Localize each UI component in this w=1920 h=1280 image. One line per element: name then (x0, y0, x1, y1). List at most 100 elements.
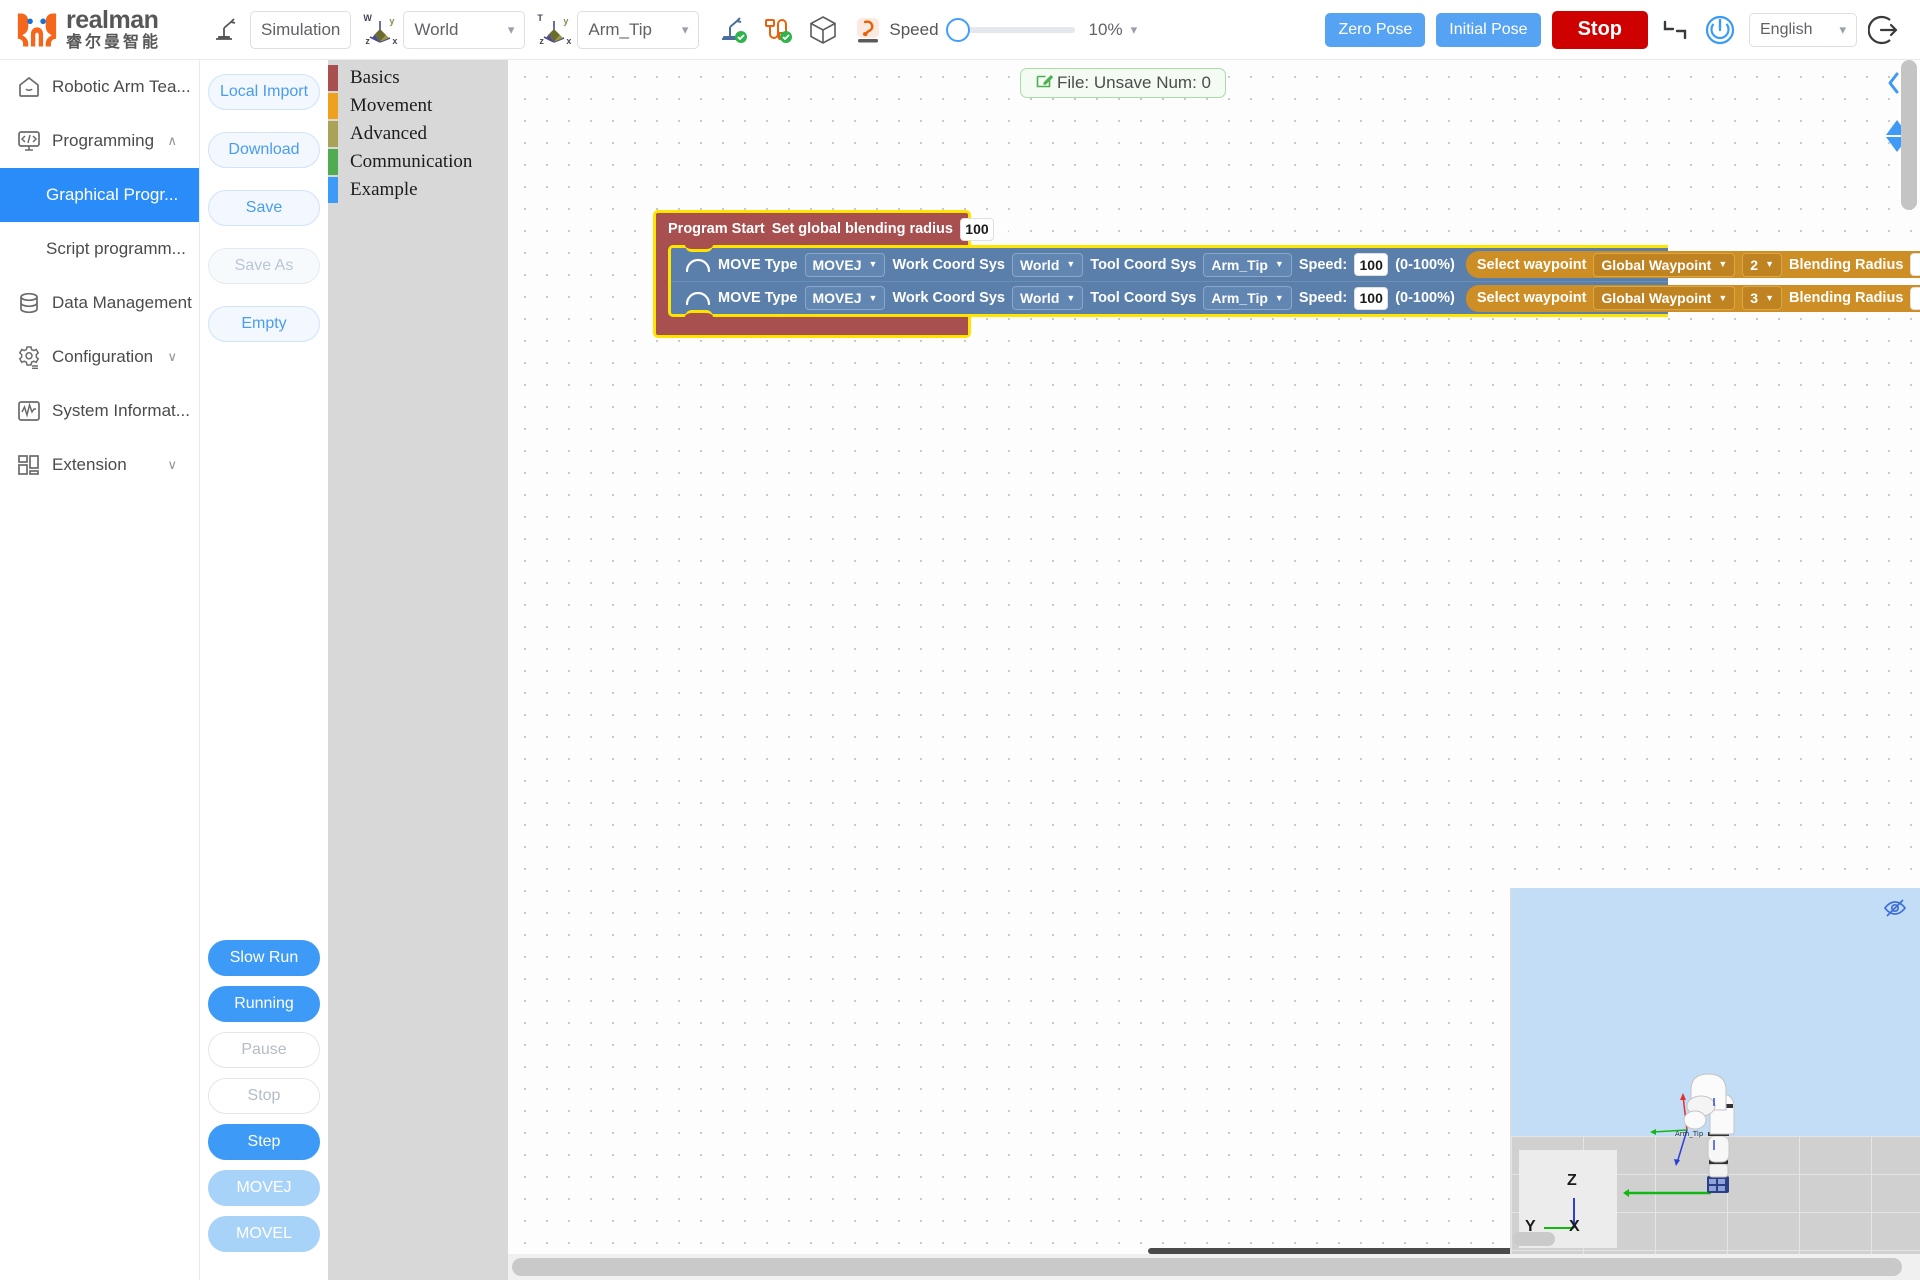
canvas-horizontal-scrollbar[interactable] (508, 1254, 1920, 1280)
category-label: Example (350, 179, 418, 200)
program-start-header: Program Start Set global blending radius… (656, 213, 1014, 245)
step-button[interactable]: Step (208, 1124, 320, 1160)
work-coord-value: World (1019, 290, 1060, 306)
cube-model-icon[interactable] (807, 14, 839, 46)
zero-pose-button[interactable]: Zero Pose (1325, 12, 1426, 47)
viewport-axis-gizmo: Z Y X (1513, 1150, 1617, 1248)
viewport-scroll-handle[interactable] (1513, 1232, 1555, 1246)
cable-connection-ok-icon[interactable] (763, 15, 793, 45)
program-canvas[interactable]: File: Unsave Num: 0 Program Start Set gl… (508, 60, 1920, 1280)
category-item-example[interactable]: Example (328, 176, 508, 204)
sidebar-sub-label: Graphical Progr... (46, 185, 179, 204)
sidebar-item-script-programming[interactable]: Script programm... (0, 222, 199, 276)
sidebar-item-robotic-arm-teaching[interactable]: Robotic Arm Tea... (0, 60, 199, 114)
power-icon[interactable] (1702, 12, 1738, 48)
file-actions-group: Local Import Download Save Save As Empty (200, 60, 328, 342)
speed-slider[interactable] (945, 17, 1075, 42)
category-item-basics[interactable]: Basics (328, 64, 508, 92)
speed-chevron-down-icon[interactable]: ▾ (1131, 22, 1138, 38)
teach-pendant-ok-icon[interactable] (717, 15, 749, 45)
waypoint-source-value: Global Waypoint (1601, 290, 1712, 306)
program-body: MOVE Type MOVEJ ▼ Work Coord Sys World ▼… (662, 245, 1920, 335)
program-start-block[interactable]: Program Start Set global blending radius… (653, 210, 1920, 338)
chevron-down-icon: ▼ (1718, 259, 1728, 269)
category-item-advanced[interactable]: Advanced (328, 120, 508, 148)
move-type-label: MOVE Type (718, 290, 798, 306)
speed-input[interactable]: 100 (1354, 286, 1389, 310)
scrollbar-thumb[interactable] (512, 1258, 1902, 1276)
save-button[interactable]: Save (208, 190, 320, 226)
movel-button[interactable]: MOVEL (208, 1216, 320, 1252)
move-block-row[interactable]: MOVE Type MOVEJ ▼ Work Coord Sys World ▼… (671, 248, 1920, 281)
sidebar-item-label: Data Management (52, 293, 192, 312)
axis-world-icon: W y z x (363, 12, 398, 46)
waypoint-block[interactable]: Select waypoint Global Waypoint ▼ 2 ▼ Bl… (1465, 251, 1920, 278)
tool-coord-select[interactable]: Arm_Tip ▾ (577, 10, 700, 49)
category-color-swatch (328, 93, 338, 119)
sidebar-item-label: Robotic Arm Tea... (52, 77, 191, 96)
stop-button[interactable]: Stop (1551, 10, 1648, 49)
waypoint-source-select[interactable]: Global Waypoint ▼ (1593, 286, 1736, 310)
category-item-communication[interactable]: Communication (328, 148, 508, 176)
local-import-button[interactable]: Local Import (208, 74, 320, 110)
speed-slider-knob[interactable] (945, 17, 970, 42)
category-label: Advanced (350, 123, 428, 144)
speed-range-hint: (0-100%) (1395, 256, 1455, 273)
initial-pose-button[interactable]: Initial Pose (1436, 12, 1541, 47)
sidebar-item-programming[interactable]: Programming ∧ (0, 114, 199, 168)
category-item-movement[interactable]: Movement (328, 92, 508, 120)
waypoint-source-value: Global Waypoint (1601, 256, 1712, 273)
move-type-select[interactable]: MOVEJ ▼ (804, 252, 886, 277)
sidebar-item-label: Programming (52, 131, 155, 150)
scrollbar-thumb[interactable] (1901, 60, 1917, 210)
running-button[interactable]: Running (208, 986, 320, 1022)
logout-icon[interactable] (1868, 13, 1902, 47)
run-controls-group: Slow Run Running Pause Stop Step MOVEJ M… (200, 940, 328, 1262)
work-coord-select[interactable]: World ▼ (1011, 286, 1084, 310)
speed-input[interactable]: 100 (1354, 253, 1389, 276)
waypoint-block[interactable]: Select waypoint Global Waypoint ▼ 3 ▼ Bl… (1465, 284, 1920, 312)
move-block-row[interactable]: MOVE Type MOVEJ ▼ Work Coord Sys World ▼… (671, 281, 1920, 314)
work-coord-select[interactable]: World ▾ (403, 10, 526, 49)
robot-arm-icon[interactable] (853, 15, 883, 45)
axis-label-z: Z (1567, 1172, 1577, 1189)
brand-logo: realman 睿尔曼智能 (0, 8, 200, 51)
sidebar-item-system-information[interactable]: System Informat... (0, 384, 199, 438)
empty-button[interactable]: Empty (208, 306, 320, 342)
slow-run-button[interactable]: Slow Run (208, 940, 320, 976)
waypoint-index-value: 3 (1750, 290, 1759, 306)
mode-group: Simulation (210, 10, 352, 49)
speed-label: Speed: (1298, 290, 1348, 306)
tool-coord-select[interactable]: Arm_Tip ▼ (1203, 286, 1292, 310)
movej-button[interactable]: MOVEJ (208, 1170, 320, 1206)
file-status-text: File: Unsave Num: 0 (1057, 73, 1211, 92)
category-color-swatch (328, 65, 338, 91)
waypoint-index-select[interactable]: 2 ▼ (1742, 252, 1782, 277)
mode-value: Simulation (261, 19, 341, 39)
percent-sign: % (1000, 221, 1014, 237)
sidebar-item-configuration[interactable]: Configuration ∨ (0, 330, 199, 384)
work-coord-select[interactable]: World ▼ (1011, 252, 1084, 277)
language-select[interactable]: English ▾ (1749, 12, 1857, 47)
waypoint-source-select[interactable]: Global Waypoint ▼ (1593, 252, 1736, 277)
global-blending-label: Set global blending radius (771, 221, 953, 237)
chevron-down-icon: ▼ (1066, 292, 1076, 303)
move-block-stack[interactable]: MOVE Type MOVEJ ▼ Work Coord Sys World ▼… (668, 245, 1920, 317)
download-button[interactable]: Download (208, 132, 320, 168)
chevron-down-icon: ∨ (167, 457, 177, 472)
global-blending-input[interactable]: 100 (959, 217, 994, 241)
blending-radius-label: Blending Radius (1788, 290, 1904, 306)
robot-3d-viewport[interactable]: Arm_Tip Z Y X (1510, 888, 1920, 1254)
move-type-select[interactable]: MOVEJ ▼ (804, 286, 886, 310)
drag-teach-icon[interactable] (1659, 14, 1691, 46)
work-coord-label: Work Coord Sys (892, 256, 1005, 273)
tool-coord-select[interactable]: Arm_Tip ▼ (1203, 252, 1292, 277)
mode-field[interactable]: Simulation (250, 10, 352, 49)
sidebar-item-graphical-programming[interactable]: Graphical Progr... (0, 168, 199, 222)
waypoint-index-select[interactable]: 3 ▼ (1742, 286, 1782, 310)
hide-view-icon[interactable] (1883, 898, 1907, 923)
sidebar-item-extension[interactable]: Extension ∨ (0, 438, 199, 492)
language-value: English (1760, 20, 1813, 38)
sidebar-item-data-management[interactable]: Data Management (0, 276, 199, 330)
work-coord-value: World (414, 19, 459, 39)
